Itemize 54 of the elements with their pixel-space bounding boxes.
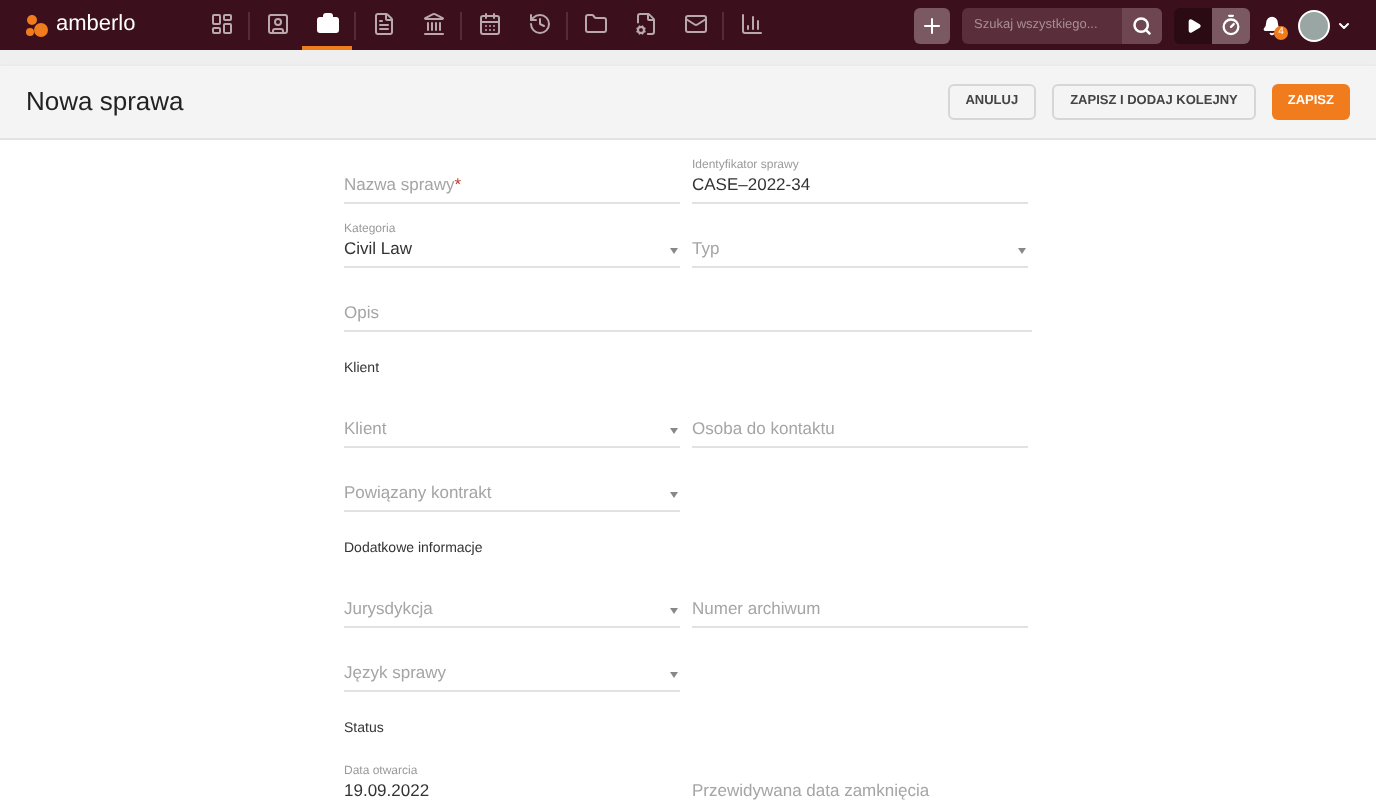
bank-icon — [421, 11, 445, 35]
input-field[interactable]: Nazwa sprawy* — [344, 160, 680, 204]
search-button[interactable] — [1122, 7, 1162, 43]
field-value: CASE–2022-34 — [692, 174, 811, 196]
field-placeholder: Powiązany kontrakt — [344, 482, 492, 504]
dropdown-caret-icon — [670, 492, 678, 498]
timer-button[interactable] — [1212, 7, 1250, 43]
add-button[interactable] — [914, 7, 950, 43]
input-field[interactable]: Opis — [344, 288, 1032, 332]
select-field[interactable]: Jurysdykcja — [344, 584, 680, 628]
dashboard-icon — [209, 11, 233, 35]
stopwatch-icon — [1220, 14, 1242, 36]
page-title: Nowa sprawa — [26, 84, 184, 121]
dropdown-caret-icon — [1018, 248, 1026, 254]
play-icon — [1185, 17, 1201, 33]
search-icon — [1132, 15, 1152, 35]
input-field[interactable]: Osoba do kontaktu — [692, 404, 1028, 448]
field-placeholder: Klient — [344, 418, 387, 440]
field-placeholder: Opis — [344, 302, 379, 324]
caret-icon — [1336, 17, 1352, 33]
field-placeholder: Język sprawy — [344, 662, 447, 684]
field-placeholder: Nazwa sprawy — [344, 174, 455, 196]
dropdown-caret-icon — [670, 428, 678, 434]
document-icon — [371, 11, 395, 35]
required-mark: * — [454, 174, 462, 196]
input-field[interactable]: Numer archiwum — [692, 584, 1028, 628]
bell-icon — [1262, 15, 1282, 35]
dropdown-caret-icon — [670, 608, 678, 614]
calendar-icon — [477, 11, 501, 35]
field-placeholder: Przewidywana data zamknięcia — [692, 780, 930, 800]
briefcase-icon — [315, 11, 339, 35]
select-field[interactable]: Język sprawy — [344, 648, 680, 692]
field-value: Civil Law — [344, 238, 413, 260]
field-value: 19.09.2022 — [344, 780, 430, 800]
field-placeholder: Jurysdykcja — [344, 598, 433, 620]
bar-chart-icon — [739, 11, 763, 35]
folder-icon — [583, 11, 607, 35]
select-field[interactable]: Klient — [344, 404, 680, 448]
plus-icon — [920, 13, 944, 37]
select-field[interactable]: Typ — [692, 224, 1028, 268]
history-icon — [527, 11, 551, 35]
dropdown-caret-icon — [670, 672, 678, 678]
logo-icon — [24, 13, 50, 37]
logo-text: amberlo — [56, 10, 136, 41]
field-placeholder: Osoba do kontaktu — [692, 418, 835, 440]
select-field[interactable]: Powiązany kontrakt — [344, 468, 680, 512]
mail-icon — [683, 11, 707, 35]
document-gear-icon — [633, 11, 657, 35]
dropdown-caret-icon — [670, 248, 678, 254]
contact-card-icon — [265, 11, 289, 35]
avatar[interactable] — [1298, 9, 1330, 41]
field-placeholder: Numer archiwum — [692, 598, 821, 620]
field-placeholder: Typ — [692, 238, 720, 260]
input-field[interactable]: Przewidywana data zamknięcia — [692, 764, 1028, 800]
